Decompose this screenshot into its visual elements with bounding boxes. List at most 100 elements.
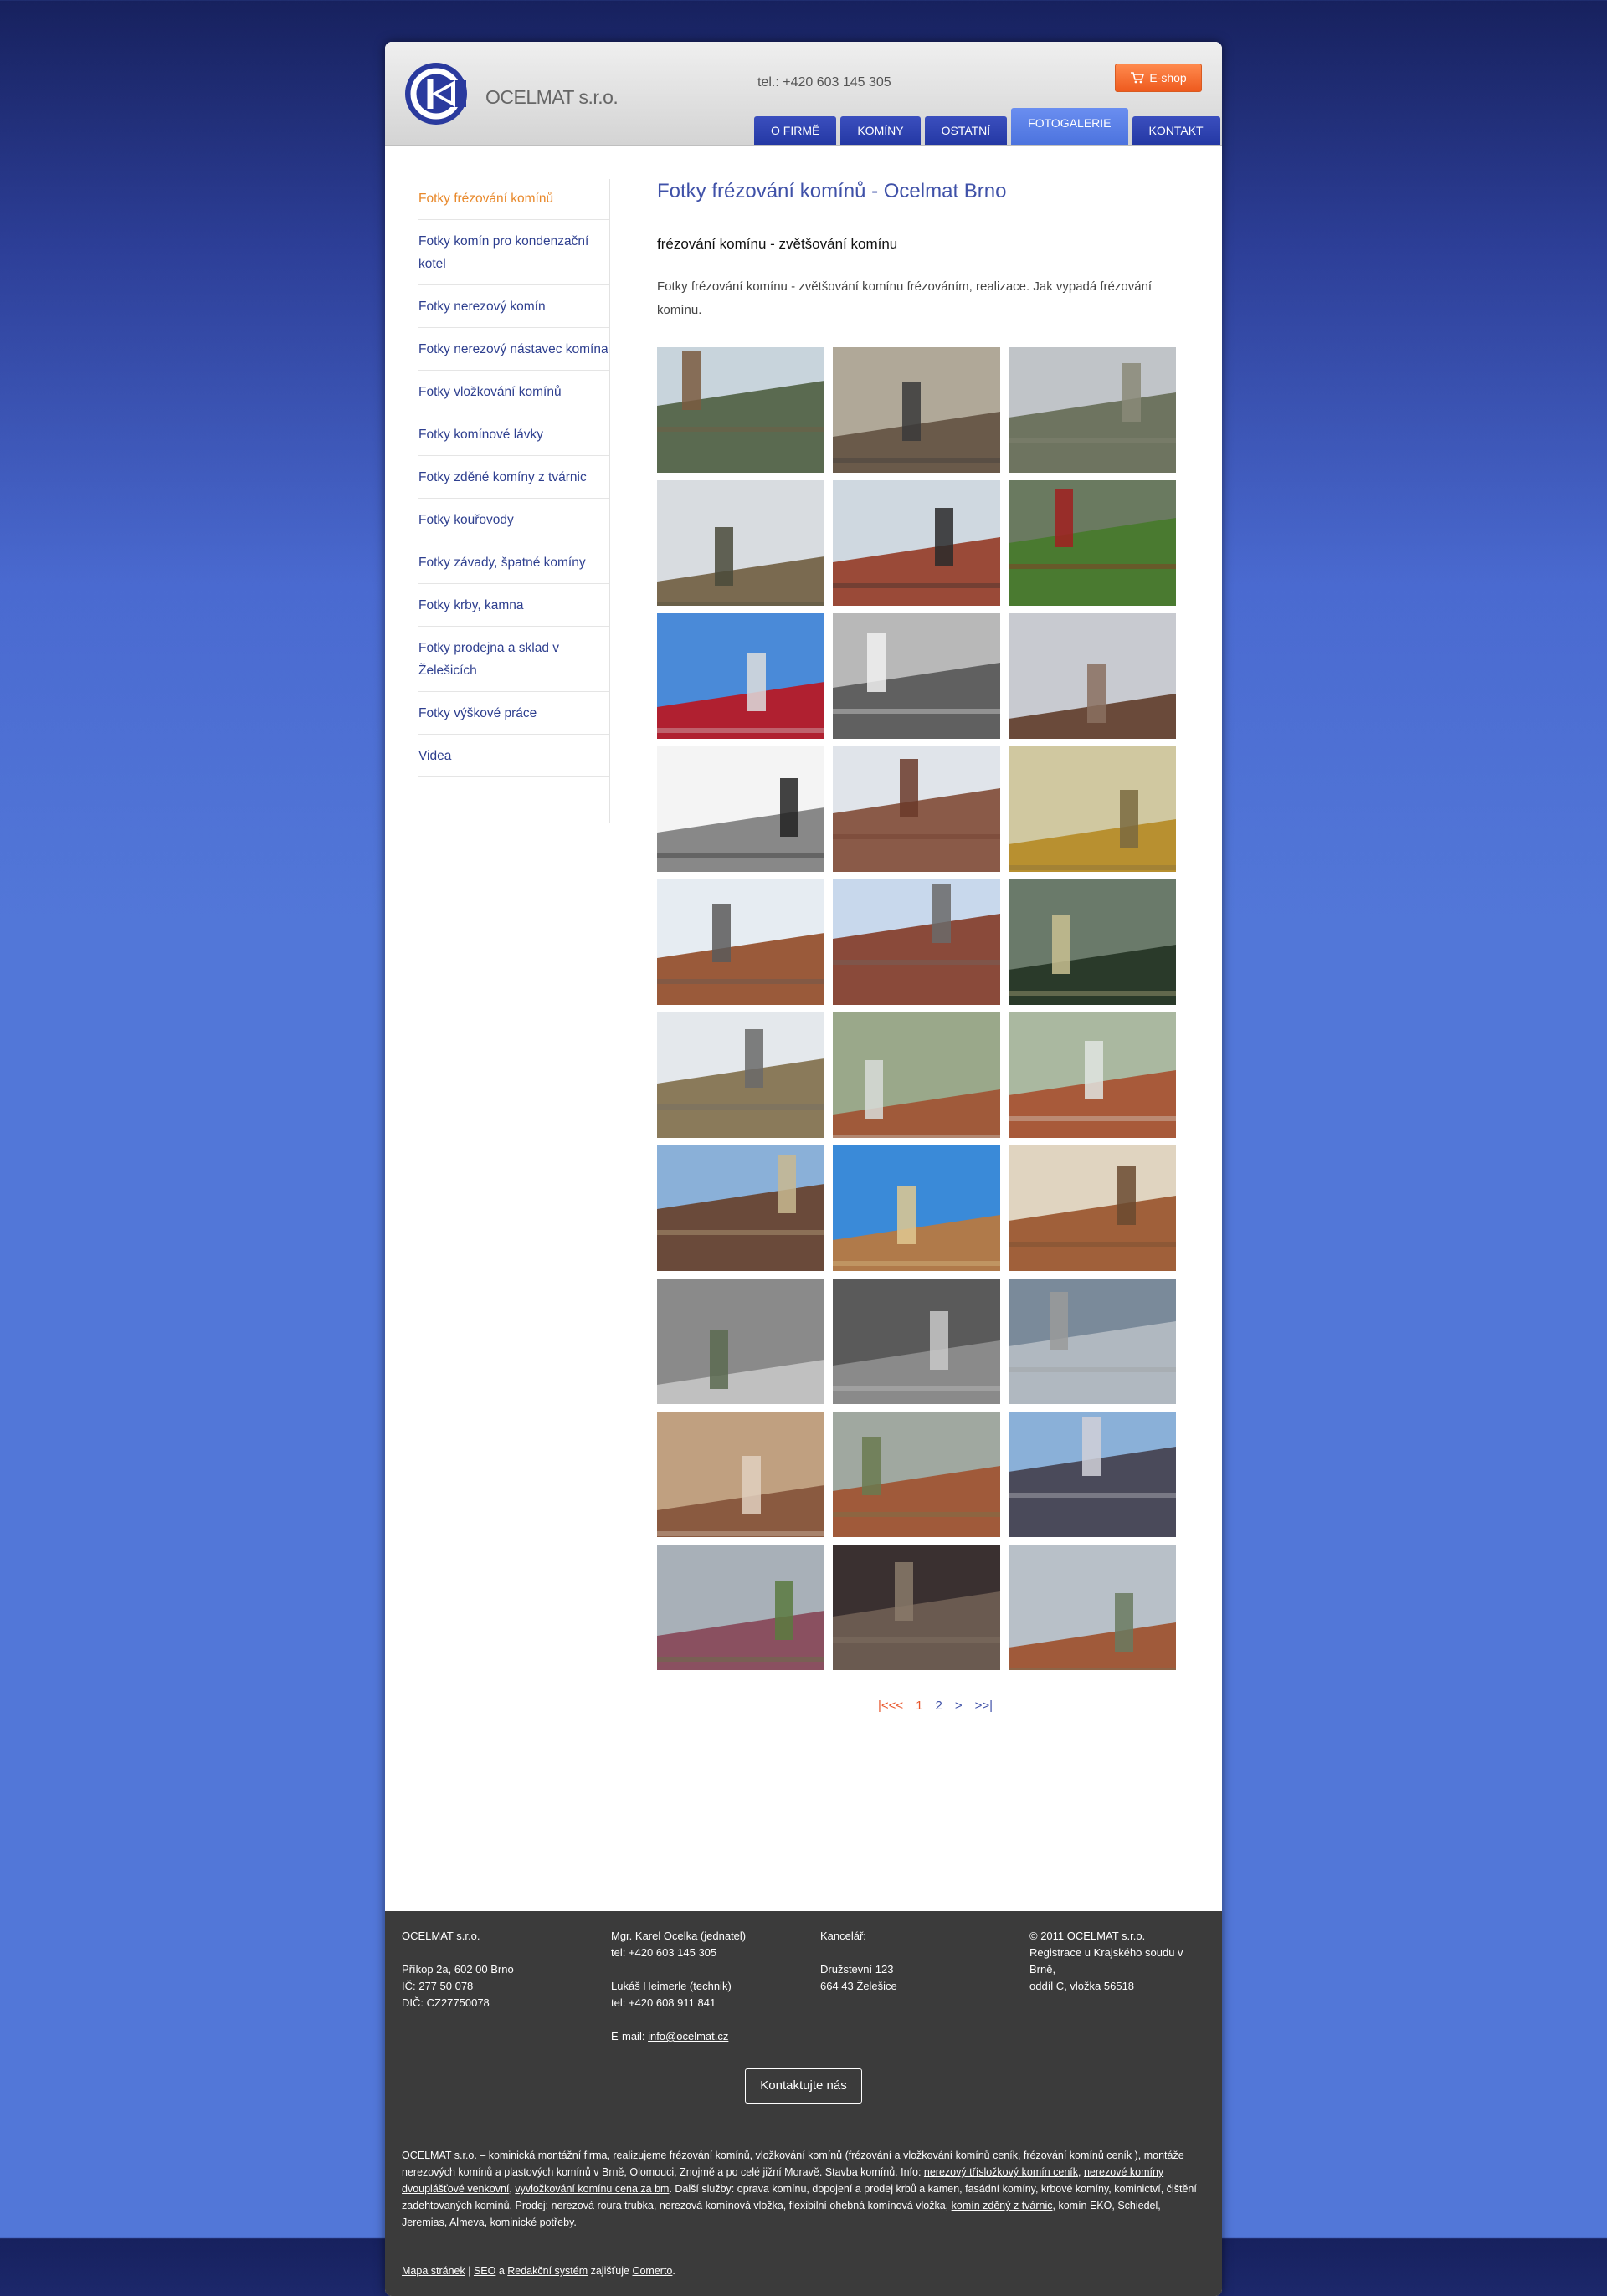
- separator: a: [495, 2265, 508, 2277]
- footer-seo-text: OCELMAT s.r.o. – kominická montážní firm…: [402, 2147, 1205, 2231]
- photo-thumbnail: [833, 1545, 1000, 1670]
- seo-page-link[interactable]: SEO: [474, 2265, 495, 2277]
- gallery-photo[interactable]: [833, 1145, 1000, 1271]
- photo-thumbnail: [833, 480, 1000, 606]
- gallery-photo[interactable]: [1009, 746, 1176, 872]
- tab-kominy[interactable]: Komíny: [840, 116, 921, 145]
- gallery-photo[interactable]: [1009, 879, 1176, 1005]
- photo-thumbnail: [1009, 1279, 1176, 1404]
- pager-first[interactable]: |<<<: [878, 1699, 903, 1713]
- gallery-photo[interactable]: [657, 1145, 824, 1271]
- footer-person-2: Lukáš Heimerle (technik): [611, 1980, 732, 1992]
- contact-us-button[interactable]: Kontaktujte nás: [745, 2068, 862, 2104]
- sidebar-item-zdene-kominy[interactable]: Fotky zděné komíny z tvárnic: [418, 456, 609, 499]
- photo-thumbnail: [1009, 879, 1176, 1005]
- photo-thumbnail: [1009, 1545, 1176, 1670]
- sidebar-item-krby-kamna[interactable]: Fotky krby, kamna: [418, 584, 609, 627]
- footer-email-link[interactable]: info@ocelmat.cz: [648, 2030, 728, 2042]
- gallery-photo[interactable]: [657, 879, 824, 1005]
- vendor-link[interactable]: Comerto: [632, 2265, 672, 2277]
- sidebar-item-frezovani[interactable]: Fotky frézování komínů: [418, 177, 609, 220]
- separator: .: [672, 2265, 675, 2277]
- gallery-photo[interactable]: [833, 879, 1000, 1005]
- content-area: Fotky frézování komínů Fotky komín pro k…: [385, 146, 1222, 1911]
- sidebar-item-videa[interactable]: Videa: [418, 735, 609, 777]
- footer-email-row: E-mail: info@ocelmat.cz: [611, 2028, 820, 2045]
- gallery-photo[interactable]: [1009, 1279, 1176, 1404]
- footer-office-title: Kancelář:: [820, 1930, 866, 1942]
- photo-thumbnail: [833, 746, 1000, 872]
- pager-last[interactable]: >>|: [975, 1699, 993, 1713]
- pager-next[interactable]: >: [955, 1699, 963, 1713]
- footer-company: OCELMAT s.r.o. Příkop 2a, 602 00 Brno IČ…: [402, 1928, 611, 2045]
- pager-page-2[interactable]: 2: [936, 1699, 942, 1713]
- gallery-photo[interactable]: [657, 480, 824, 606]
- seo-link[interactable]: komín zděný z tvárnic: [952, 2200, 1053, 2211]
- seo-text: OCELMAT s.r.o. – kominická montážní firm…: [402, 2150, 849, 2161]
- photo-thumbnail: [657, 1012, 824, 1138]
- gallery-photo[interactable]: [833, 746, 1000, 872]
- photo-thumbnail: [833, 879, 1000, 1005]
- main-content: Fotky frézování komínů - Ocelmat Brno fr…: [657, 177, 1180, 1713]
- sidebar-item-kominove-lavky[interactable]: Fotky komínové lávky: [418, 413, 609, 456]
- sidebar-divider: [609, 179, 610, 823]
- seo-link[interactable]: nerezový třísložkový komín ceník: [924, 2166, 1078, 2178]
- gallery-photo[interactable]: [1009, 1412, 1176, 1537]
- separator: |: [465, 2265, 474, 2277]
- seo-link[interactable]: frézování komínů ceník: [1024, 2150, 1135, 2161]
- pager-page-1[interactable]: 1: [916, 1699, 922, 1713]
- gallery-photo[interactable]: [1009, 480, 1176, 606]
- sidebar-item-kourovody[interactable]: Fotky kouřovody: [418, 499, 609, 541]
- seo-link[interactable]: vyvložkování komínu cena za bm: [515, 2183, 669, 2195]
- gallery-photo[interactable]: [833, 1012, 1000, 1138]
- seo-link[interactable]: frézování a vložkování komínů ceník: [849, 2150, 1018, 2161]
- sidebar-item-zavady[interactable]: Fotky závady, špatné komíny: [418, 541, 609, 584]
- eshop-button[interactable]: E-shop: [1115, 64, 1202, 92]
- sitemap-link[interactable]: Mapa stránek: [402, 2265, 465, 2277]
- gallery-photo[interactable]: [833, 347, 1000, 473]
- footer-spacer: [611, 2012, 820, 2028]
- seo-text: ,: [1017, 2150, 1024, 2161]
- photo-thumbnail: [833, 1012, 1000, 1138]
- gallery-photo[interactable]: [657, 347, 824, 473]
- footer-registration: Registrace u Krajského soudu v Brně,: [1029, 1946, 1183, 1976]
- gallery-photo[interactable]: [833, 613, 1000, 739]
- gallery-photo[interactable]: [1009, 1545, 1176, 1670]
- sidebar-item-kondenzacni-kotel[interactable]: Fotky komín pro kondenzační kotel: [418, 220, 609, 285]
- footer-phone-1: tel: +420 603 145 305: [611, 1946, 717, 1959]
- company-name[interactable]: OCELMAT s.r.o.: [485, 86, 619, 109]
- sidebar-item-vlozkovani[interactable]: Fotky vložkování komínů: [418, 371, 609, 413]
- gallery-photo[interactable]: [657, 1012, 824, 1138]
- sidebar-item-prodejna-sklad[interactable]: Fotky prodejna a sklad v Želešicích: [418, 627, 609, 692]
- gallery-photo[interactable]: [833, 1279, 1000, 1404]
- separator: zajišťuje: [588, 2265, 633, 2277]
- footer-company-name: OCELMAT s.r.o.: [402, 1930, 480, 1942]
- gallery-photo[interactable]: [657, 1279, 824, 1404]
- gallery-photo[interactable]: [1009, 613, 1176, 739]
- gallery-photo[interactable]: [1009, 1012, 1176, 1138]
- ocelmat-logo-icon[interactable]: [403, 62, 470, 126]
- tab-ostatni[interactable]: Ostatní: [924, 116, 1008, 145]
- photo-thumbnail: [833, 613, 1000, 739]
- gallery-photo[interactable]: [833, 480, 1000, 606]
- gallery-photo[interactable]: [657, 746, 824, 872]
- gallery-photo[interactable]: [1009, 1145, 1176, 1271]
- footer-office-city: 664 43 Želešice: [820, 1980, 897, 1992]
- sidebar-item-vyskove-prace[interactable]: Fotky výškové práce: [418, 692, 609, 735]
- sidebar-item-nerezovy-komin[interactable]: Fotky nerezový komín: [418, 285, 609, 328]
- tab-kontakt[interactable]: Kontakt: [1132, 116, 1220, 145]
- gallery-photo[interactable]: [657, 1545, 824, 1670]
- gallery-photo[interactable]: [1009, 347, 1176, 473]
- sidebar-item-nerezovy-nastavec[interactable]: Fotky nerezový nástavec komína: [418, 328, 609, 371]
- cart-icon: [1131, 72, 1145, 84]
- tab-fotogalerie[interactable]: Fotogalerie: [1011, 108, 1128, 145]
- intro-text: Fotky frézování komínu - zvětšování komí…: [657, 279, 1153, 317]
- page-title: Fotky frézování komínů - Ocelmat Brno: [657, 180, 1007, 202]
- tab-o-firme[interactable]: O firmě: [754, 116, 837, 145]
- gallery-photo[interactable]: [657, 1412, 824, 1537]
- footer-registration-section: oddíl C, vložka 56518: [1029, 1980, 1135, 1992]
- gallery-photo[interactable]: [657, 613, 824, 739]
- gallery-photo[interactable]: [833, 1412, 1000, 1537]
- gallery-photo[interactable]: [833, 1545, 1000, 1670]
- cms-link[interactable]: Redakční systém: [507, 2265, 588, 2277]
